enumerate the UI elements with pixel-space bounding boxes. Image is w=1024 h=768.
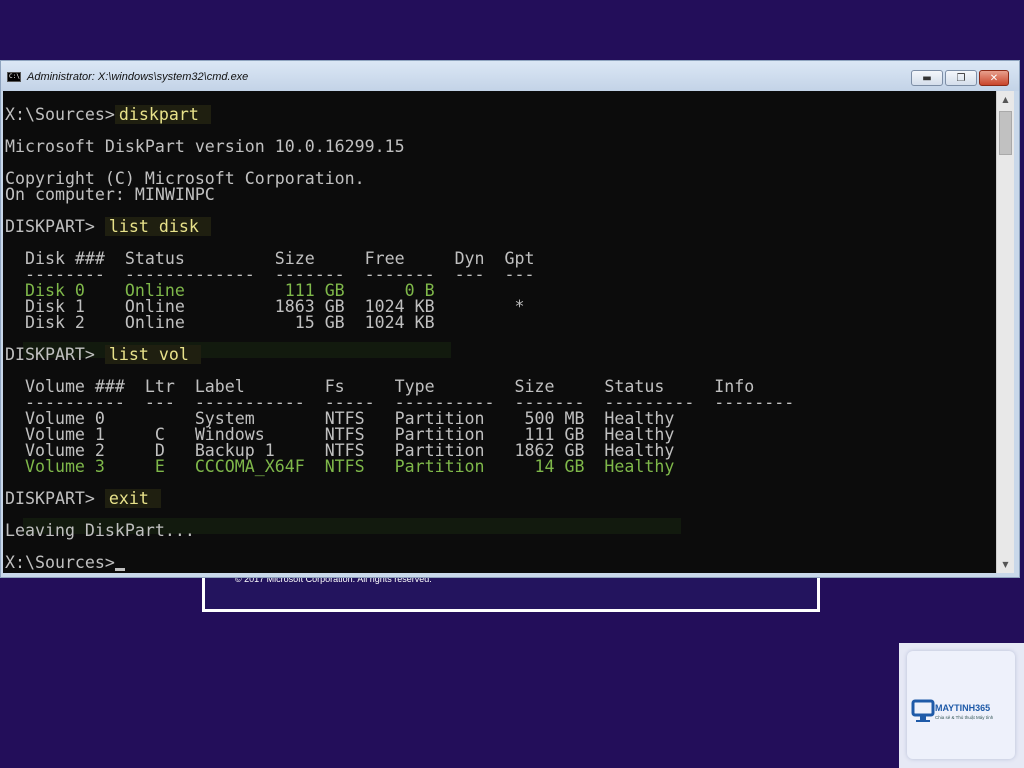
close-icon: ✕ [989, 72, 999, 84]
console-line-1: X:\Sources> diskpart [5, 105, 211, 124]
command-diskpart: diskpart [114, 105, 211, 124]
minimize-icon: ▬ [922, 72, 932, 84]
maximize-button[interactable]: ❐ [945, 70, 977, 86]
command-list-vol: list vol [104, 345, 201, 364]
console-line-3: Microsoft DiskPart version 10.0.16299.15 [5, 137, 405, 156]
maximize-icon: ❐ [956, 72, 966, 84]
scroll-down-icon[interactable]: ▼ [997, 556, 1014, 573]
window-title: Administrator: X:\windows\system32\cmd.e… [27, 71, 249, 83]
console-line-29: X:\Sources> [5, 553, 125, 572]
close-button[interactable]: ✕ [979, 70, 1009, 86]
command-list-disk: list disk [104, 217, 211, 236]
minimize-button[interactable]: ▬ [911, 70, 943, 86]
disk-row-2: Disk 2 Online 15 GB 1024 KB [5, 313, 435, 332]
console-output[interactable]: X:\Sources> diskpart Microsoft DiskPart v… [3, 91, 996, 573]
console-line-6: On computer: MINWINPC [5, 185, 215, 204]
prompt: DISKPART> [5, 345, 105, 364]
console-line-8: DISKPART> list disk [5, 217, 211, 236]
logo-card: MAYTINH365 Chia sẻ & Thủ thuật Máy tính [907, 651, 1015, 759]
watermark-logo: MAYTINH365 Chia sẻ & Thủ thuật Máy tính [899, 643, 1024, 768]
logo-tagline: Chia sẻ & Thủ thuật Máy tính [935, 715, 994, 720]
cmd-icon: C:\ [7, 72, 21, 82]
console-line-16: DISKPART> list vol [5, 345, 201, 364]
console-line-25: DISKPART> exit [5, 489, 161, 508]
logo-name: MAYTINH365 [935, 703, 991, 713]
cmd-window[interactable]: C:\ Administrator: X:\windows\system32\c… [0, 60, 1020, 578]
scroll-thumb[interactable] [999, 111, 1012, 155]
console-line-27: Leaving DiskPart... [5, 521, 195, 540]
prompt: DISKPART> [5, 217, 105, 236]
prompt: X:\Sources> [5, 105, 115, 124]
scroll-up-icon[interactable]: ▲ [997, 91, 1014, 108]
command-exit: exit [104, 489, 161, 508]
prompt: DISKPART> [5, 489, 105, 508]
monitor-icon [911, 699, 935, 722]
text-cursor [114, 568, 125, 571]
prompt: X:\Sources> [5, 553, 115, 572]
vertical-scrollbar[interactable]: ▲ ▼ [996, 91, 1014, 573]
volume-row-3: Volume 3 E CCCOMA_X64F NTFS Partition 14… [5, 457, 675, 476]
title-bar[interactable]: C:\ Administrator: X:\windows\system32\c… [1, 61, 1019, 91]
